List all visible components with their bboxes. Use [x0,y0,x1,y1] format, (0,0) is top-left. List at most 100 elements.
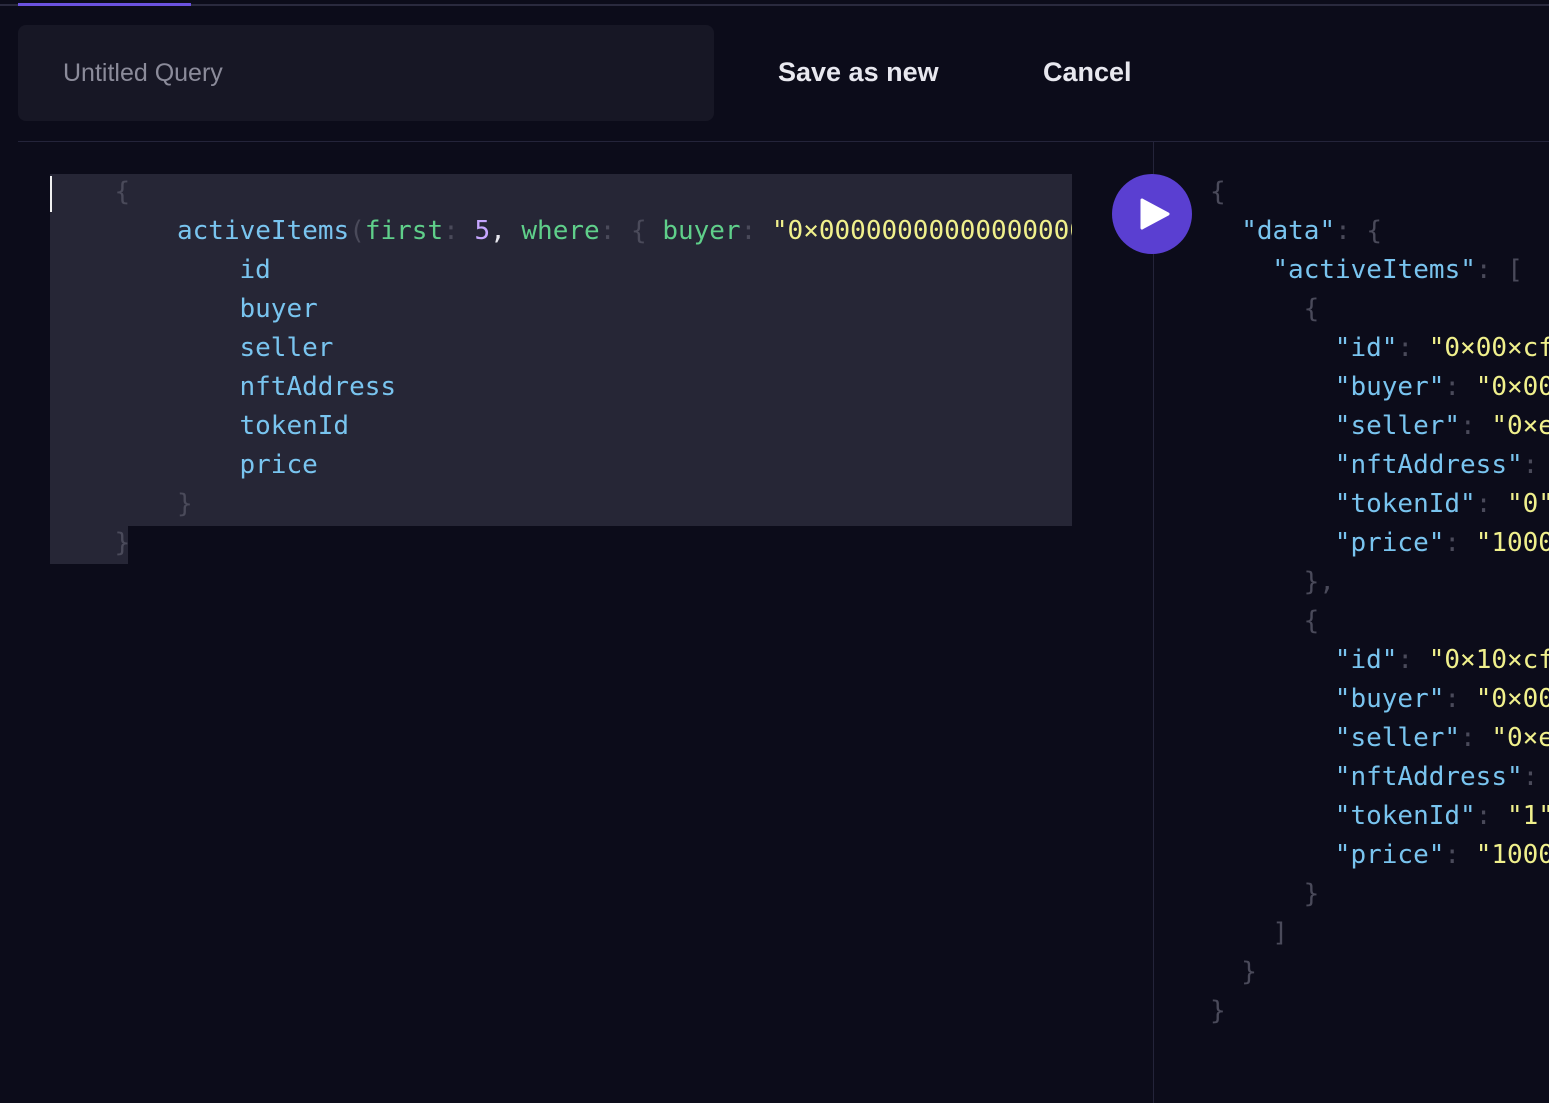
pane-divider[interactable] [1153,142,1154,1103]
editor-line: { [115,174,131,212]
code-token: "price" [1334,840,1445,870]
code-token: "1" [1507,801,1549,831]
code-token: : { [1335,216,1383,246]
result-line: ] [1272,914,1288,953]
code-token: "0×00 [1475,684,1549,714]
result-line: { [1210,174,1226,212]
result-line: "id": "0×00×cf [1335,329,1549,368]
code-token: "activeItems" [1272,255,1476,285]
code-token: ] [1272,918,1289,948]
code-token: seller [239,333,334,363]
code-token: ( [349,216,365,246]
result-line: "buyer": "0×00 [1335,680,1549,719]
run-query-button[interactable] [1112,174,1192,254]
code-token: } [1303,879,1320,909]
code-token: "1000 [1475,840,1549,870]
code-token: : [1475,801,1507,831]
result-viewer[interactable]: {"data": {"activeItems": [{"id": "0×00×c… [1200,174,1549,1054]
code-token: price [239,450,318,480]
code-token: "buyer" [1334,372,1445,402]
code-token: "seller" [1334,723,1461,753]
result-line: { [1304,602,1320,641]
code-token: : [1444,684,1476,714]
code-token: "0" [1507,489,1549,519]
code-token: { [1303,606,1320,636]
query-name-field[interactable] [18,25,714,121]
editor-line: } [177,485,193,524]
code-token: "0×e [1491,723,1549,753]
result-line: } [1304,875,1320,914]
code-token: id [239,255,271,285]
result-line: } [1241,953,1257,992]
code-token: where [521,216,600,246]
header-divider [18,141,1549,142]
cancel-button[interactable]: Cancel [1043,48,1132,96]
code-token: nftAddress [239,372,397,402]
code-token: } [1210,996,1226,1026]
code-token: 5 [474,216,491,246]
editor-line: seller [240,329,334,368]
query-name-input[interactable] [63,25,683,121]
result-line: "buyer": "0×00 [1335,368,1549,407]
code-token: "1000 [1475,528,1549,558]
result-line: "activeItems": [ [1272,251,1522,290]
result-line: "price": "1000 [1335,524,1549,563]
editor-line: buyer [240,290,318,329]
code-token: , [490,216,522,246]
text-cursor [50,176,52,212]
code-token: buyer [662,216,741,246]
code-token: "tokenId" [1334,801,1476,831]
result-line: { [1304,290,1320,329]
code-token: first [364,216,444,246]
result-line: "tokenId": "1" [1335,797,1549,836]
code-token: buyer [239,294,318,324]
code-token: : [1397,645,1429,675]
code-token: "nftAddress" [1334,762,1523,792]
code-token: tokenId [239,411,350,441]
code-token: activeItems [177,216,350,246]
result-line: "id": "0×10×cf [1335,641,1549,680]
code-token: : [1475,489,1507,519]
code-token: : [599,216,631,246]
result-line: "data": { [1241,212,1382,251]
editor-line: nftAddress [240,368,397,407]
code-token: "data" [1241,216,1336,246]
code-token: } [1241,957,1257,987]
active-tab-indicator[interactable] [18,3,191,6]
code-token: { [1210,177,1226,207]
editor-line: } [115,524,131,563]
code-token: "nftAddress" [1334,450,1523,480]
code-token: } [177,489,193,519]
code-token: }, [1303,567,1335,597]
code-token: "seller" [1334,411,1461,441]
code-token: : [1397,333,1429,363]
code-token: "id" [1334,333,1398,363]
save-as-new-button[interactable]: Save as new [778,48,939,96]
query-editor[interactable]: {activeItems(first: 5, where: { buyer: "… [50,174,1072,574]
code-token: "0×e [1491,411,1549,441]
code-token: : [1444,372,1476,402]
code-token: : [1522,450,1539,480]
editor-line: price [240,446,318,485]
code-token: "0×0000000000000000000 [771,216,1072,246]
top-border [0,4,1549,6]
result-line: "nftAddress": [1335,446,1539,485]
code-token: "buyer" [1334,684,1445,714]
code-token: : [1522,762,1539,792]
code-token: } [114,528,131,558]
result-line: "nftAddress": [1335,758,1539,797]
play-icon [1140,198,1170,230]
code-token: { [114,177,131,207]
code-token: "0×00 [1475,372,1549,402]
result-line: "tokenId": "0" [1335,485,1549,524]
result-line: } [1210,992,1226,1031]
code-token: "tokenId" [1334,489,1476,519]
code-token: "price" [1334,528,1445,558]
result-line: "price": "1000 [1335,836,1549,875]
editor-line: tokenId [240,407,350,446]
code-token: { [631,216,663,246]
result-line: }, [1304,563,1335,602]
code-token: : [1444,528,1476,558]
code-token: : [1444,840,1476,870]
code-token: { [1303,294,1320,324]
